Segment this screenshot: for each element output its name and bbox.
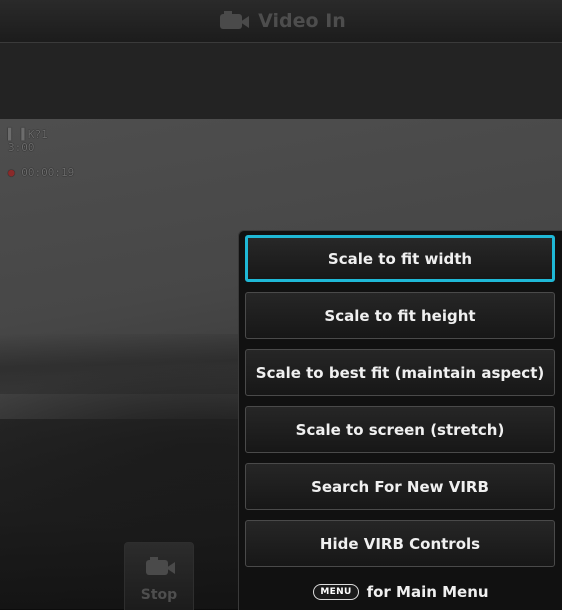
- video-overlay-line1: ▌ ▌K?1: [8, 128, 48, 141]
- video-camera-icon: [216, 11, 250, 31]
- menu-item-hide-virb-controls[interactable]: Hide VIRB Controls: [245, 520, 555, 567]
- menu-footer-text: for Main Menu: [366, 583, 489, 601]
- stop-button[interactable]: Stop: [124, 542, 194, 610]
- header-band: [0, 43, 562, 119]
- menu-item-scale-to-screen[interactable]: Scale to screen (stretch): [245, 406, 555, 453]
- recording-time: 00:00:19: [21, 166, 75, 179]
- record-indicator-icon: ●: [8, 166, 15, 179]
- stop-button-label: Stop: [140, 587, 178, 603]
- menu-item-scale-fit-width[interactable]: Scale to fit width: [245, 235, 555, 282]
- menu-footer-hint: MENU for Main Menu: [239, 574, 562, 610]
- menu-key-icon: MENU: [313, 584, 359, 600]
- video-overlay-line3: ● 00:00:19: [8, 166, 74, 179]
- menu-item-scale-fit-height[interactable]: Scale to fit height: [245, 292, 555, 339]
- video-camera-icon: [142, 557, 176, 577]
- title-bar: Video In: [0, 0, 562, 43]
- menu-item-search-virb[interactable]: Search For New VIRB: [245, 463, 555, 510]
- video-overlay-line2: 3:00: [8, 141, 35, 154]
- options-menu: Scale to fit width Scale to fit height S…: [238, 230, 562, 610]
- menu-item-scale-best-fit[interactable]: Scale to best fit (maintain aspect): [245, 349, 555, 396]
- page-title: Video In: [258, 10, 346, 32]
